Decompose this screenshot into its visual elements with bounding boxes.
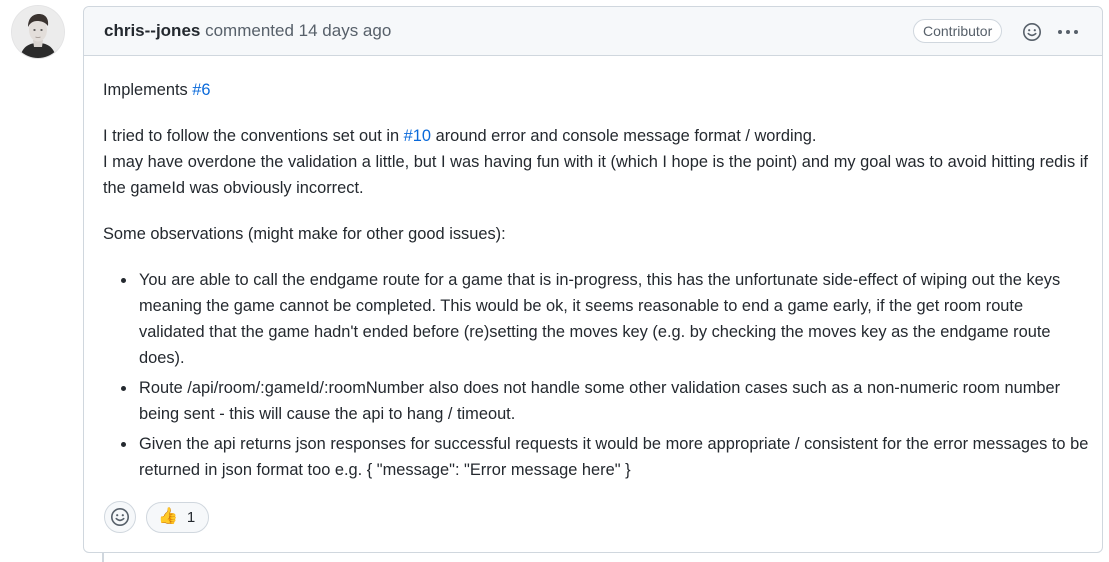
user-avatar-image	[12, 6, 64, 58]
smiley-icon	[111, 508, 129, 526]
comment-body: Implements #6 I tried to follow the conv…	[103, 77, 1093, 487]
kebab-horizontal-icon	[1058, 30, 1078, 34]
author-link[interactable]: chris--jones	[104, 21, 200, 40]
bullet-marker	[121, 278, 126, 283]
observations-list: You are able to call the endgame route f…	[103, 267, 1093, 483]
body-paragraph-4: Some observations (might make for other …	[103, 225, 506, 243]
body-paragraph-2: I tried to follow the conventions set ou…	[103, 123, 1093, 149]
reaction-count: 1	[186, 508, 196, 526]
contributor-badge: Contributor	[913, 19, 1003, 43]
list-item-text: Route /api/room/:gameId/:roomNumber also…	[139, 379, 1061, 423]
list-item: You are able to call the endgame route f…	[103, 267, 1093, 371]
comment-action: commented	[205, 21, 294, 40]
timeline-connector	[102, 552, 104, 562]
add-reaction-button[interactable]	[104, 501, 136, 533]
list-item-text: Given the api returns json responses for…	[139, 435, 1089, 479]
list-item-text: You are able to call the endgame route f…	[139, 271, 1061, 367]
comment-header: chris--jones commented 14 days ago Contr…	[84, 7, 1102, 56]
body-text: Implements	[103, 81, 193, 99]
bullet-marker	[121, 386, 126, 391]
body-text: I tried to follow the conventions set ou…	[103, 127, 404, 145]
body-paragraph-1: Implements #6	[103, 77, 1093, 103]
list-item: Given the api returns json responses for…	[103, 431, 1093, 483]
smiley-icon	[1023, 23, 1041, 41]
body-text: around error and console message format …	[431, 127, 817, 145]
issue-link-6[interactable]: #6	[192, 81, 210, 99]
reaction-thumbs-up-button[interactable]: 👍 1	[146, 501, 210, 533]
list-item: Route /api/room/:gameId/:roomNumber also…	[103, 375, 1093, 427]
comment-meta: chris--jones commented 14 days ago	[104, 21, 391, 41]
reactions-bar: 👍 1	[104, 501, 210, 533]
thumbs-up-icon: 👍	[158, 508, 178, 525]
add-reaction-header-button[interactable]	[1020, 20, 1044, 44]
comment-timestamp[interactable]: 14 days ago	[299, 21, 392, 40]
avatar[interactable]	[12, 6, 64, 58]
issue-link-10[interactable]: #10	[404, 127, 431, 145]
more-options-button[interactable]	[1055, 20, 1081, 44]
bullet-marker	[121, 442, 126, 447]
comment-card: chris--jones commented 14 days ago Contr…	[83, 6, 1103, 553]
body-paragraph-3: I may have overdone the validation a lit…	[103, 153, 1088, 197]
